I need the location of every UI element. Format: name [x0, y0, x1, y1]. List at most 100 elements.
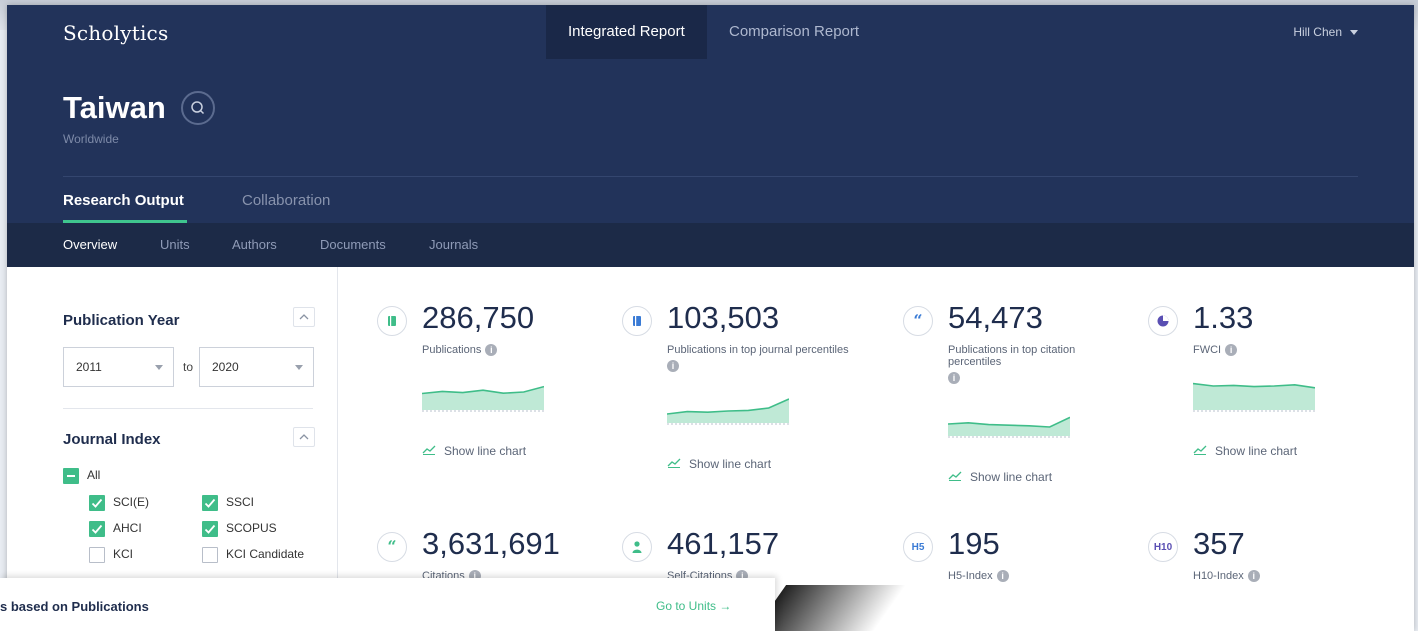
checkbox-label: SCI(E): [113, 495, 149, 509]
metric-value: 461,157: [667, 526, 780, 561]
trend-icon: [1193, 445, 1207, 455]
year-to-select[interactable]: 2020: [199, 347, 314, 387]
journal-index-title: Journal Index: [63, 431, 161, 448]
app-window: Scholytics Integrated Report Comparison …: [7, 5, 1414, 631]
metric-label: FWCI i: [1193, 344, 1343, 357]
info-icon[interactable]: i: [1225, 344, 1238, 357]
sparkline-chart: [948, 416, 1070, 438]
sparkline-area: [1193, 383, 1315, 410]
search-button[interactable]: [181, 91, 215, 125]
info-icon[interactable]: i: [948, 372, 960, 384]
book-icon: [622, 306, 652, 336]
metric-label-text: Publications in top citation percentiles: [948, 344, 1076, 368]
checkbox-scopus[interactable]: SCOPUS: [202, 520, 277, 538]
metric-label: Publications in top journal percentiles i: [667, 344, 877, 372]
checked-checkbox-icon: [89, 494, 105, 511]
checked-checkbox-icon: [89, 520, 105, 537]
metric-label: H5-Index i: [948, 570, 1098, 583]
checkbox-kci-candidate[interactable]: KCI Candidate: [202, 546, 304, 564]
year-to-value: 2020: [212, 360, 239, 374]
metric-label-text: Publications: [422, 344, 482, 356]
checkbox-scie[interactable]: SCI(E): [89, 494, 149, 512]
sub-navbar: Overview Units Authors Documents Journal…: [7, 223, 1414, 267]
checkbox-label: KCI: [113, 547, 134, 561]
show-line-chart-label: Show line chart: [444, 444, 527, 458]
collapse-journal-index-button[interactable]: [293, 427, 315, 447]
checked-checkbox-icon: [202, 520, 218, 537]
checkbox-all-label: All: [87, 468, 101, 482]
unchecked-checkbox-icon: [202, 546, 218, 563]
metric-label-text: H10-Index: [1193, 570, 1244, 582]
show-line-chart-link[interactable]: Show line chart: [667, 457, 771, 471]
metric-value: 103,503: [667, 300, 780, 335]
metric-label-text: Publications in top journal percentiles: [667, 344, 849, 356]
year-range-to-label: to: [183, 360, 194, 374]
filter-sidebar: Publication Year 2011 to 2020 Journal In…: [7, 267, 338, 631]
trend-icon: [422, 445, 436, 455]
subtab-documents[interactable]: Documents: [320, 237, 386, 252]
checkbox-label: KCI Candidate: [226, 547, 305, 561]
metric-label-text: FWCI: [1193, 344, 1222, 356]
checkbox-label: AHCI: [113, 521, 142, 535]
entity-region: Worldwide: [63, 132, 119, 146]
person-icon: [622, 532, 652, 562]
trend-icon: [948, 471, 962, 481]
show-line-chart-link[interactable]: Show line chart: [422, 444, 526, 458]
info-icon[interactable]: i: [996, 570, 1009, 583]
sparkline-chart: [1193, 382, 1315, 412]
metric-value: 195: [948, 526, 1000, 561]
checkbox-ssci[interactable]: SSCI: [202, 494, 254, 512]
metric-value: 3,631,691: [422, 526, 560, 561]
h10-icon: H10: [1148, 532, 1178, 562]
chevron-up-icon: [299, 434, 309, 440]
entity-header: Taiwan Worldwide Research Output Collabo…: [7, 59, 1414, 223]
pie-icon: [1148, 306, 1178, 336]
tab-research-output[interactable]: Research Output: [63, 192, 184, 209]
dropdown-arrow-icon: [155, 365, 163, 370]
go-to-units-link[interactable]: Go to Units →: [656, 599, 731, 613]
show-line-chart-label: Show line chart: [1215, 444, 1298, 458]
indeterminate-checkbox-icon: [63, 467, 79, 484]
metric-value: 1.33: [1193, 300, 1254, 335]
subtab-overview[interactable]: Overview: [63, 237, 117, 252]
dropdown-arrow-icon: [295, 365, 303, 370]
tab-comparison-report[interactable]: Comparison Report: [707, 5, 881, 59]
subtab-journals[interactable]: Journals: [429, 237, 478, 252]
show-line-chart-link[interactable]: Show line chart: [948, 470, 1052, 484]
user-menu[interactable]: Hill Chen: [1293, 5, 1358, 59]
trend-icon: [667, 458, 681, 468]
header-divider: [63, 176, 1358, 177]
quote-icon: “: [377, 532, 407, 562]
metric-label: Publications in top citation percentiles…: [948, 344, 1088, 384]
sparkline-chart: [422, 385, 544, 412]
checkbox-ahci[interactable]: AHCI: [89, 520, 142, 538]
checked-checkbox-icon: [202, 494, 218, 511]
metric-value: 286,750: [422, 300, 535, 335]
checkbox-label: SCOPUS: [226, 521, 277, 535]
sparkline-chart: [667, 398, 789, 425]
info-icon[interactable]: i: [667, 360, 679, 372]
metric-label: Publications i: [422, 344, 572, 357]
info-icon[interactable]: i: [485, 344, 498, 357]
show-line-chart-link[interactable]: Show line chart: [1193, 444, 1297, 458]
checkbox-all[interactable]: All: [63, 467, 100, 485]
subtab-authors[interactable]: Authors: [232, 237, 277, 252]
brand-logo[interactable]: Scholytics: [63, 21, 168, 45]
checkbox-kci[interactable]: KCI: [89, 546, 133, 564]
unchecked-checkbox-icon: [89, 546, 105, 563]
units-card: s based on Publications Go to Units →: [0, 578, 775, 631]
year-from-select[interactable]: 2011: [63, 347, 174, 387]
subtab-units[interactable]: Units: [160, 237, 190, 252]
publication-year-title: Publication Year: [63, 312, 180, 329]
filter-divider: [63, 408, 313, 409]
metric-value: 357: [1193, 526, 1245, 561]
metric-value: 54,473: [948, 300, 1043, 335]
info-icon[interactable]: i: [1247, 570, 1260, 583]
tab-integrated-report[interactable]: Integrated Report: [546, 5, 707, 59]
chevron-up-icon: [299, 314, 309, 320]
metric-label: H10-Index i: [1193, 570, 1343, 583]
year-from-value: 2011: [76, 360, 102, 374]
collapse-publication-year-button[interactable]: [293, 307, 315, 327]
tab-collaboration[interactable]: Collaboration: [242, 192, 330, 209]
top-navbar: Scholytics Integrated Report Comparison …: [7, 5, 1414, 60]
